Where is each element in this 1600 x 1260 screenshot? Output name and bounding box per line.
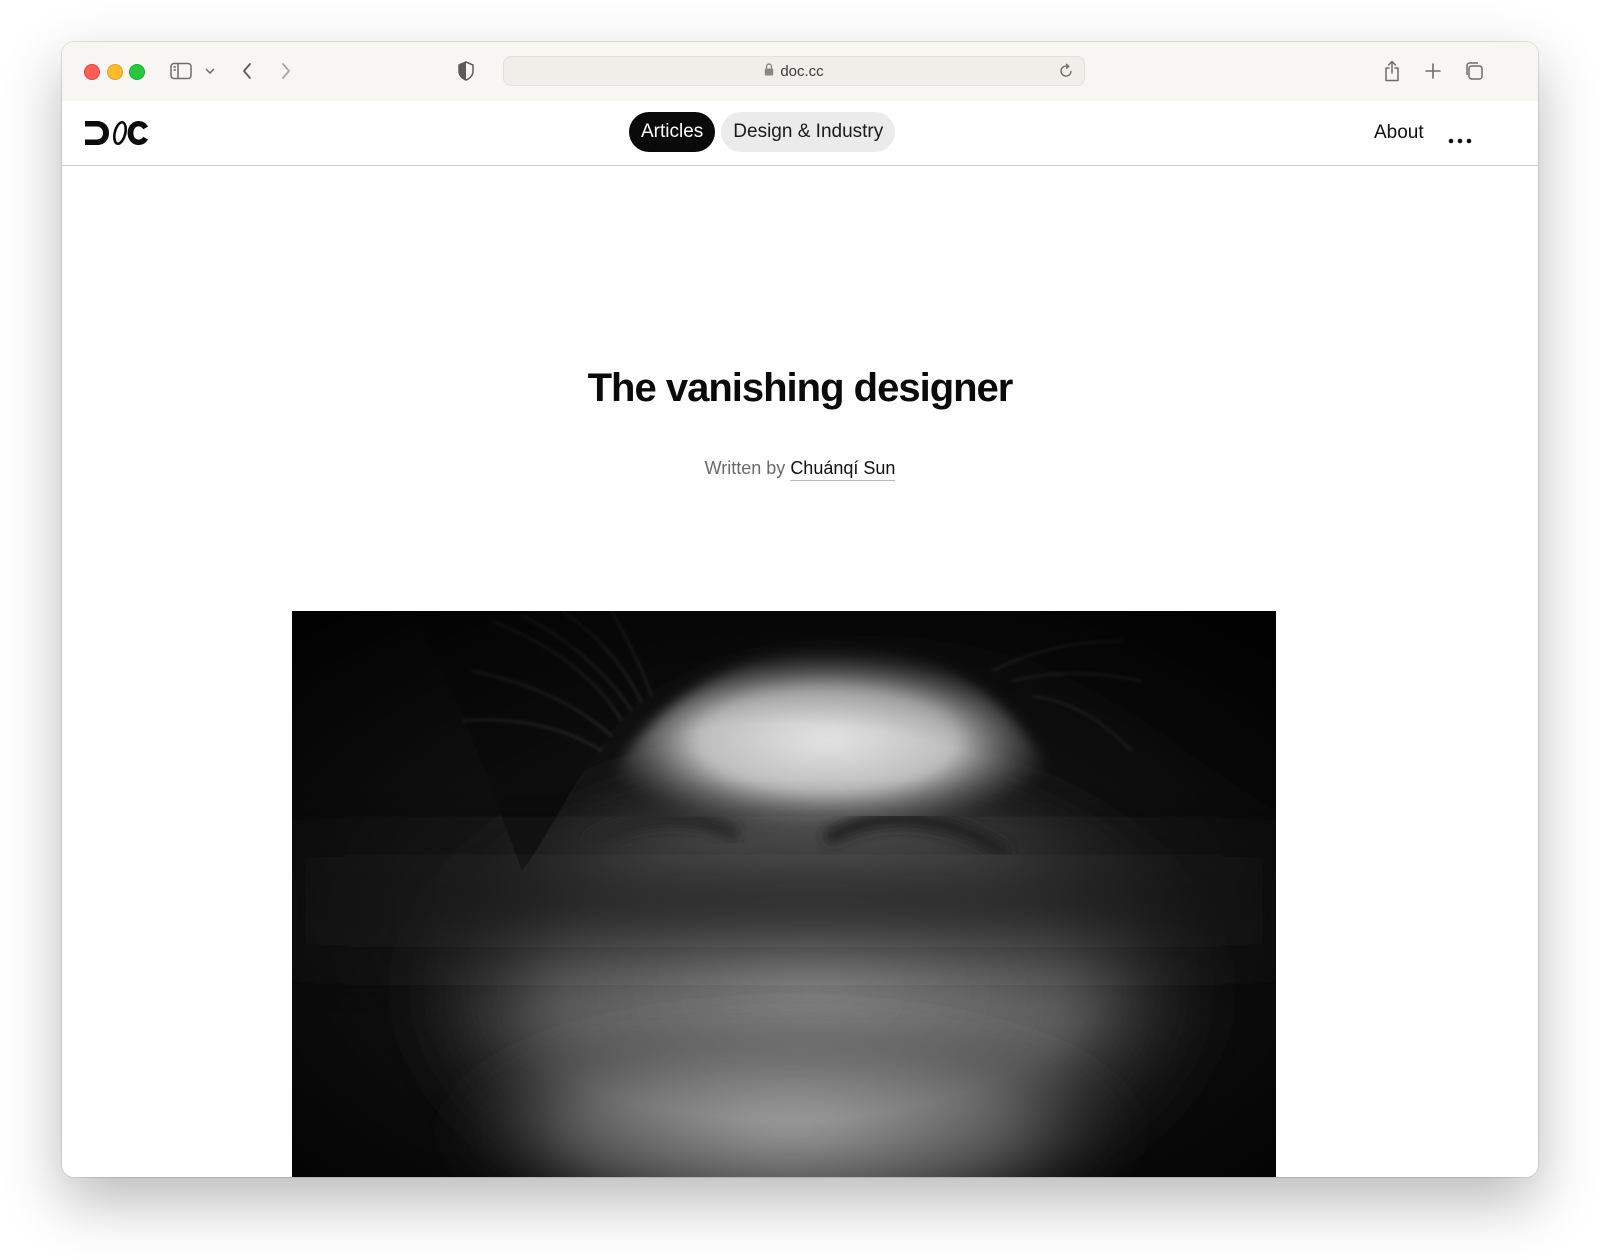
forward-icon[interactable]: [277, 57, 295, 85]
byline: Written by Chuánqí Sun: [62, 458, 1538, 481]
byline-prefix: Written by: [704, 458, 786, 478]
about-link[interactable]: About: [1374, 122, 1424, 144]
reload-icon[interactable]: [1058, 63, 1074, 84]
close-window-button[interactable]: [84, 64, 100, 80]
browser-window: doc.cc Articles Design & Industry About …: [62, 42, 1538, 1177]
primary-nav: Articles Design & Industry: [629, 112, 896, 152]
sidebar-icon[interactable]: [169, 57, 193, 85]
share-icon[interactable]: [1382, 57, 1402, 85]
back-icon[interactable]: [238, 57, 256, 85]
lock-icon: [764, 62, 774, 80]
new-tab-icon[interactable]: [1424, 57, 1442, 85]
article-title: The vanishing designer: [587, 366, 1014, 410]
doc-logo[interactable]: [84, 118, 150, 148]
author-link[interactable]: Chuánqí Sun: [790, 458, 896, 481]
hero-image: [292, 611, 1276, 1177]
url-text: doc.cc: [780, 62, 824, 80]
browser-toolbar: doc.cc: [62, 42, 1538, 102]
privacy-shield-icon[interactable]: [456, 57, 476, 85]
nav-design-industry[interactable]: Design & Industry: [721, 112, 896, 152]
maximize-window-button[interactable]: [129, 64, 145, 80]
site-header: Articles Design & Industry About: [62, 101, 1538, 166]
nav-articles[interactable]: Articles: [629, 112, 716, 152]
minimize-window-button[interactable]: [107, 64, 123, 80]
more-icon[interactable]: [1448, 131, 1472, 144]
article-content: The vanishing designer Written by Chuánq…: [62, 166, 1538, 1177]
screenshot-stage: doc.cc Articles Design & Industry About …: [0, 0, 1600, 1260]
tab-overview-icon[interactable]: [1463, 57, 1485, 85]
address-bar[interactable]: doc.cc: [503, 56, 1085, 86]
chevron-down-icon[interactable]: [202, 57, 218, 85]
